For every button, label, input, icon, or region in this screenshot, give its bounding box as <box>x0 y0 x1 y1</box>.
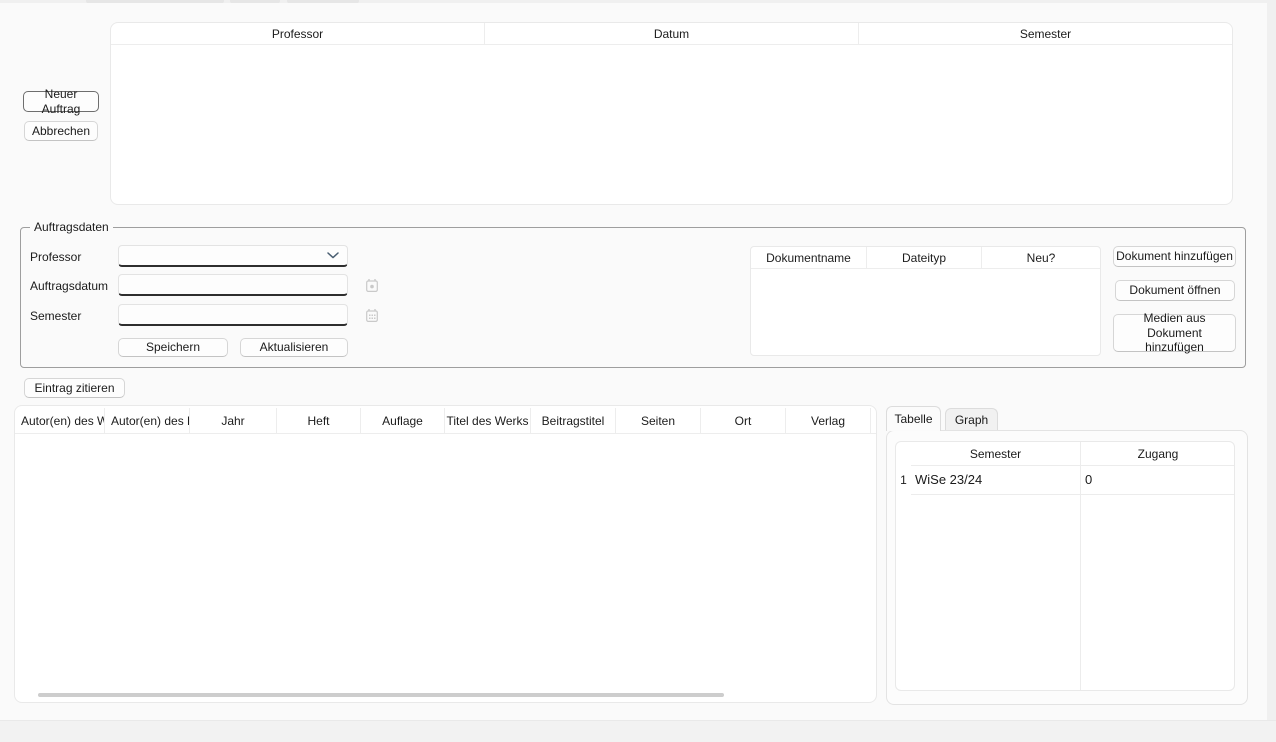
semester-label: Semester <box>30 309 81 323</box>
documents-table-header: Dokumentname Dateityp Neu? <box>751 247 1100 269</box>
open-document-button[interactable]: Dokument öffnen <box>1115 280 1235 301</box>
citations-column-contribution-authors[interactable]: Autor(en) des Beitrags <box>105 408 190 433</box>
new-order-button[interactable]: Neuer Auftrag <box>23 91 99 112</box>
stats-row-zugang[interactable]: 0 <box>1085 465 1234 494</box>
top-edge-segment <box>86 0 224 3</box>
order-date-label: Auftragsdatum <box>30 279 108 293</box>
cite-entry-button[interactable]: Eintrag zitieren <box>24 378 125 398</box>
orders-column-professor[interactable]: Professor <box>111 23 485 44</box>
citations-column-contribution-title[interactable]: Beitragstitel <box>531 408 616 433</box>
orders-table: Professor Datum Semester <box>110 22 1233 205</box>
order-date-field[interactable] <box>118 274 348 296</box>
chevron-down-icon <box>327 252 339 259</box>
citations-table-body[interactable] <box>15 434 876 692</box>
stats-column-zugang[interactable]: Zugang <box>1080 442 1235 465</box>
citations-column-pages[interactable]: Seiten <box>616 408 701 433</box>
app-window: Professor Datum Semester Neuer Auftrag A… <box>0 0 1276 742</box>
save-button[interactable]: Speichern <box>118 338 228 357</box>
top-edge-segment <box>230 0 280 3</box>
documents-table: Dokumentname Dateityp Neu? <box>750 246 1101 356</box>
citations-table: Autor(en) des Werks Autor(en) des Beitra… <box>14 405 877 703</box>
horizontal-scrollbar[interactable] <box>38 693 724 697</box>
status-bar <box>0 720 1276 742</box>
stats-column-semester[interactable]: Semester <box>911 442 1080 465</box>
documents-column-new[interactable]: Neu? <box>982 247 1100 268</box>
top-edge-segment <box>287 0 359 3</box>
cancel-button[interactable]: Abbrechen <box>24 121 98 141</box>
calendar-grid-icon[interactable] <box>364 307 380 323</box>
citations-column-publisher[interactable]: Verlag <box>786 408 871 433</box>
order-date-input[interactable] <box>119 275 347 294</box>
add-document-button[interactable]: Dokument hinzufügen <box>1113 246 1236 267</box>
citations-table-header: Autor(en) des Werks Autor(en) des Beitra… <box>15 408 876 434</box>
citations-column-work-authors[interactable]: Autor(en) des Werks <box>15 408 105 433</box>
stats-column-divider <box>1080 442 1081 691</box>
stats-row-number[interactable]: 1 <box>896 465 911 494</box>
add-media-button[interactable]: Medien aus Dokument hinzufügen <box>1113 314 1236 352</box>
calendar-today-icon[interactable] <box>364 277 380 293</box>
window-top-edge <box>0 0 1276 3</box>
update-button[interactable]: Aktualisieren <box>240 338 348 357</box>
semester-input[interactable] <box>119 305 347 324</box>
stats-panel: Semester Zugang 1 WiSe 23/24 0 <box>886 430 1248 705</box>
orders-table-header: Professor Datum Semester <box>111 23 1232 45</box>
stats-row-divider <box>911 494 1235 495</box>
documents-column-filetype[interactable]: Dateityp <box>867 247 982 268</box>
stats-row-semester[interactable]: WiSe 23/24 <box>915 465 1078 494</box>
tab-tabelle[interactable]: Tabelle <box>886 406 941 431</box>
orders-table-body[interactable] <box>111 45 1232 204</box>
order-form-title: Auftragsdaten <box>30 220 113 234</box>
citations-column-year[interactable]: Jahr <box>190 408 277 433</box>
documents-column-name[interactable]: Dokumentname <box>751 247 867 268</box>
professor-input[interactable] <box>119 246 327 265</box>
stats-table: Semester Zugang 1 WiSe 23/24 0 <box>895 441 1235 691</box>
citations-column-place[interactable]: Ort <box>701 408 786 433</box>
window-right-edge <box>1267 0 1276 720</box>
orders-column-semester[interactable]: Semester <box>859 23 1232 44</box>
tab-graph[interactable]: Graph <box>945 408 998 431</box>
semester-field[interactable] <box>118 304 348 326</box>
documents-table-body[interactable] <box>751 269 1100 355</box>
citations-column-edition[interactable]: Auflage <box>361 408 445 433</box>
citations-column-work-title[interactable]: Titel des Werks <box>445 408 531 433</box>
professor-combobox[interactable] <box>118 245 348 267</box>
citations-column-issue[interactable]: Heft <box>277 408 361 433</box>
citations-column-spacer <box>871 408 876 433</box>
professor-label: Professor <box>30 250 81 264</box>
orders-column-datum[interactable]: Datum <box>485 23 859 44</box>
